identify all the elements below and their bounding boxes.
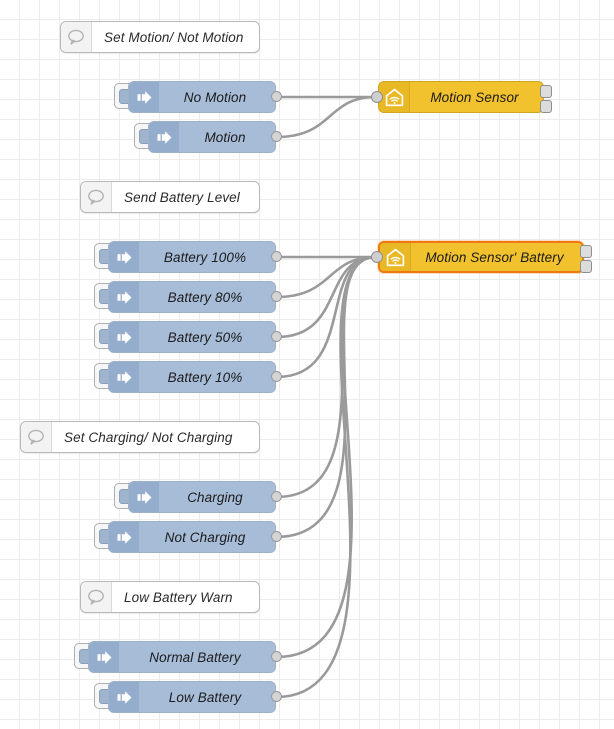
wire[interactable] [275, 255, 378, 659]
output-port[interactable] [271, 91, 282, 102]
inject-arrow-icon [157, 130, 171, 144]
inject-arrow-icon [117, 330, 131, 344]
output-port[interactable] [271, 491, 282, 502]
wire[interactable] [275, 255, 378, 299]
input-port[interactable] [371, 91, 383, 103]
inject-arrow-icon [129, 82, 159, 112]
comment-bubble-icon [28, 429, 44, 445]
comment-node[interactable]: Low Battery Warn [80, 581, 260, 613]
output-port[interactable] [271, 651, 282, 662]
inject-node[interactable]: Battery 100% [94, 241, 282, 273]
output-port[interactable] [271, 371, 282, 382]
output-port[interactable] [580, 260, 592, 273]
inject-node-body[interactable]: Battery 80% [108, 281, 276, 313]
inject-node[interactable]: Normal Battery [74, 641, 282, 673]
comment-node[interactable]: Set Motion/ Not Motion [60, 21, 260, 53]
inject-arrow-icon [117, 690, 131, 704]
comment-label: Low Battery Warn [124, 589, 233, 605]
inject-node[interactable]: Battery 50% [94, 321, 282, 353]
comment-bubble-icon [61, 22, 92, 52]
inject-node-body[interactable]: Low Battery [108, 681, 276, 713]
inject-node[interactable]: Battery 80% [94, 281, 282, 313]
home-assistant-icon [380, 243, 411, 271]
ha-node-label: Motion Sensor [430, 89, 519, 105]
inject-node[interactable]: Charging [114, 481, 282, 513]
inject-arrow-icon [109, 322, 139, 352]
wire[interactable] [275, 255, 378, 339]
inject-arrow-icon [149, 122, 179, 152]
comment-bubble-icon [88, 189, 104, 205]
home-assistant-node[interactable]: Motion Sensor' Battery [378, 241, 584, 273]
output-port[interactable] [271, 531, 282, 542]
inject-arrow-icon [117, 530, 131, 544]
inject-arrow-icon [89, 642, 119, 672]
inject-node-body[interactable]: Battery 100% [108, 241, 276, 273]
inject-node-body[interactable]: Not Charging [108, 521, 276, 553]
inject-node[interactable]: No Motion [114, 81, 282, 113]
inject-node-label: Normal Battery [149, 649, 241, 665]
output-port[interactable] [271, 331, 282, 342]
wire[interactable] [275, 255, 378, 379]
inject-arrow-icon [137, 490, 151, 504]
inject-node-label: Battery 50% [167, 329, 243, 345]
inject-arrow-icon [109, 522, 139, 552]
inject-node-label: Low Battery [168, 689, 242, 705]
inject-node-body[interactable]: Charging [128, 481, 276, 513]
home-assistant-icon [379, 82, 410, 112]
flow-editor-canvas[interactable]: Set Motion/ Not Motion Send Battery Level… [0, 0, 614, 729]
comment-node[interactable]: Set Charging/ Not Charging [20, 421, 260, 453]
output-port[interactable] [271, 131, 282, 142]
comment-bubble-icon [21, 422, 52, 452]
home-assistant-node[interactable]: Motion Sensor [378, 81, 544, 113]
inject-node[interactable]: Motion [134, 121, 282, 153]
inject-node-label: Charging [187, 489, 243, 505]
inject-arrow-icon [109, 362, 139, 392]
inject-arrow-icon [117, 370, 131, 384]
inject-node-label: Not Charging [164, 529, 246, 545]
comment-bubble-icon [88, 589, 104, 605]
wire[interactable] [275, 95, 378, 139]
inject-node-body[interactable]: Battery 50% [108, 321, 276, 353]
inject-node-body[interactable]: Battery 10% [108, 361, 276, 393]
home-assistant-icon [386, 248, 404, 266]
output-port[interactable] [540, 85, 552, 98]
inject-arrow-icon [137, 90, 151, 104]
inject-node-label: No Motion [183, 89, 247, 105]
comment-bubble-icon [81, 582, 112, 612]
comment-node[interactable]: Send Battery Level [80, 181, 260, 213]
comment-bubble-icon [68, 29, 84, 45]
comment-label: Set Charging/ Not Charging [64, 429, 233, 445]
output-port[interactable] [271, 291, 282, 302]
inject-node-label: Battery 10% [167, 369, 243, 385]
inject-arrow-icon [117, 290, 131, 304]
inject-arrow-icon [109, 282, 139, 312]
inject-arrow-icon [129, 482, 159, 512]
inject-node-label: Motion [204, 129, 246, 145]
inject-arrow-icon [117, 250, 131, 264]
input-port[interactable] [371, 251, 383, 263]
output-port[interactable] [580, 245, 592, 258]
inject-arrow-icon [97, 650, 111, 664]
inject-node-body[interactable]: No Motion [128, 81, 276, 113]
wire[interactable] [275, 255, 378, 499]
output-port[interactable] [271, 251, 282, 262]
home-assistant-icon [385, 88, 403, 106]
inject-node[interactable]: Not Charging [94, 521, 282, 553]
inject-arrow-icon [109, 682, 139, 712]
inject-node-body[interactable]: Motion [148, 121, 276, 153]
inject-node[interactable]: Battery 10% [94, 361, 282, 393]
inject-node-label: Battery 80% [167, 289, 243, 305]
inject-node-label: Battery 100% [163, 249, 247, 265]
inject-arrow-icon [109, 242, 139, 272]
comment-label: Set Motion/ Not Motion [104, 29, 244, 45]
wire[interactable] [275, 255, 378, 539]
output-port[interactable] [271, 691, 282, 702]
comment-label: Send Battery Level [124, 189, 240, 205]
ha-node-label: Motion Sensor' Battery [425, 249, 564, 265]
output-port[interactable] [540, 100, 552, 113]
wire[interactable] [275, 255, 378, 699]
inject-node-body[interactable]: Normal Battery [88, 641, 276, 673]
inject-node[interactable]: Low Battery [94, 681, 282, 713]
comment-bubble-icon [81, 182, 112, 212]
